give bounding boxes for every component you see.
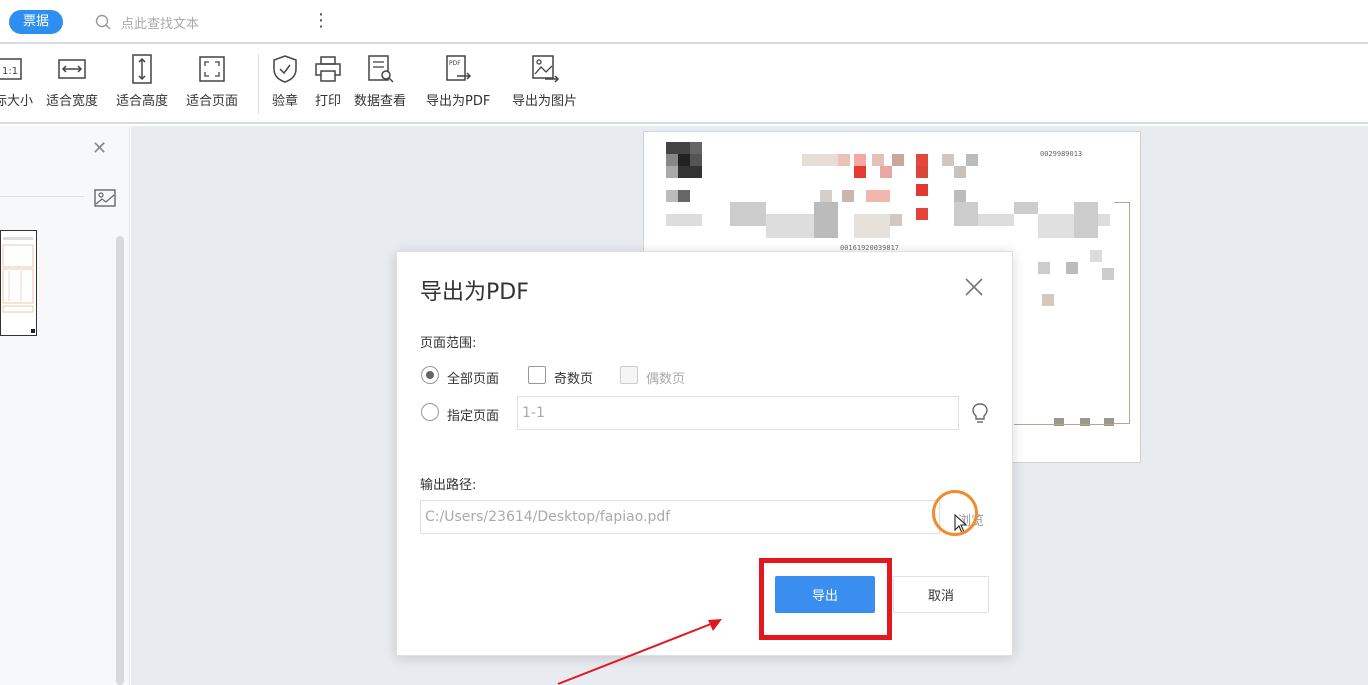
toolbar-separator: [258, 54, 259, 114]
all-pages-radio[interactable]: [421, 366, 439, 384]
specify-pages-radio[interactable]: [421, 403, 439, 421]
svg-text:PDF: PDF: [449, 60, 461, 67]
all-pages-label: 全部页面: [447, 372, 500, 387]
specify-pages-label: 指定页面: [447, 409, 500, 424]
sidebar-scrollbar[interactable]: [116, 236, 124, 685]
image-icon[interactable]: [94, 188, 116, 208]
export-button[interactable]: 导出: [775, 576, 875, 613]
toolbar-export-image[interactable]: 导出为图片: [512, 54, 577, 109]
dialog-title: 导出为PDF: [420, 280, 529, 305]
mouse-cursor-icon: [954, 514, 968, 534]
even-pages-label: 偶数页: [646, 372, 686, 387]
export-image-icon: [531, 55, 559, 83]
cancel-button[interactable]: 取消: [893, 576, 989, 613]
toolbar-verify-seal[interactable]: 验章: [270, 54, 300, 109]
svg-text:1:1: 1:1: [2, 66, 18, 77]
toolbar-export-pdf[interactable]: PDF 导出为PDF: [426, 54, 490, 109]
toolbar-fit-width[interactable]: 适合宽度: [46, 54, 98, 109]
toolbar-actual-size[interactable]: 1:1 际大小: [0, 54, 33, 109]
search-icon: [95, 14, 111, 30]
search-box[interactable]: 点此查找文本: [95, 11, 199, 33]
top-bar: 票据 点此查找文本 ⋮: [0, 0, 1368, 44]
toolbar-fit-page[interactable]: 适合页面: [186, 54, 238, 109]
toolbar-fit-height[interactable]: 适合高度: [116, 54, 168, 109]
printer-icon: [315, 56, 341, 82]
tag-button[interactable]: 票据: [9, 10, 63, 34]
more-menu-icon[interactable]: ⋮: [312, 11, 330, 31]
close-icon[interactable]: [963, 276, 985, 298]
output-path-input[interactable]: C:/Users/23614/Desktop/fapiao.pdf: [420, 500, 940, 534]
shield-check-icon: [273, 55, 297, 83]
close-icon[interactable]: ✕: [92, 138, 107, 159]
search-placeholder: 点此查找文本: [121, 16, 200, 32]
export-pdf-icon: PDF: [446, 55, 472, 81]
thumbnail-preview: [2, 237, 35, 333]
odd-pages-checkbox[interactable]: [528, 366, 546, 384]
lightbulb-icon[interactable]: [971, 402, 989, 424]
invoice-number: 0029989013: [1040, 150, 1083, 158]
export-pdf-dialog: 导出为PDF 页面范围: 全部页面 奇数页 偶数页 指定页面 1-1 输出路径:…: [396, 251, 1013, 656]
data-view-icon: [368, 55, 394, 83]
page-thumbnail[interactable]: [0, 230, 37, 336]
odd-pages-label: 奇数页: [554, 372, 594, 387]
arrow-annotation-icon: [557, 619, 722, 685]
page-range-input[interactable]: 1-1: [517, 396, 959, 430]
fit-page-icon: [199, 56, 225, 82]
output-path-label: 输出路径:: [420, 478, 477, 493]
even-pages-checkbox[interactable]: [620, 366, 638, 384]
toolbar-data-view[interactable]: 数据查看: [354, 54, 406, 109]
fit-width-icon: [58, 59, 86, 79]
sidebar-divider: [0, 196, 84, 197]
toolbar-print[interactable]: 打印: [313, 54, 343, 109]
actual-size-icon: 1:1: [0, 58, 22, 80]
page-range-label: 页面范围:: [420, 336, 477, 351]
thumbnail-sidebar: ✕: [0, 126, 130, 685]
fit-height-icon: [132, 54, 152, 84]
toolbar: 1:1 际大小 适合宽度 适合高度 适合页面 验章 打印 数据查看 PDF 导出…: [0, 46, 1368, 124]
